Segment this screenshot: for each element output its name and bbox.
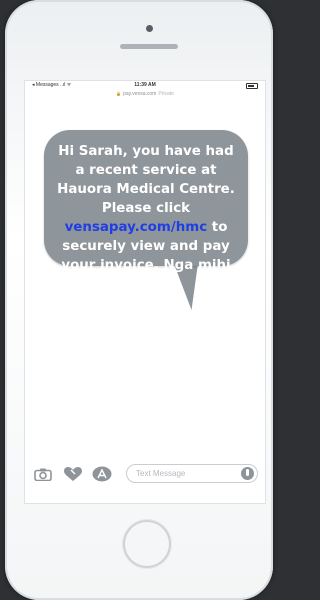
- heart-icon[interactable]: [63, 466, 83, 482]
- message-composer: Text Message: [24, 462, 266, 488]
- microphone-icon[interactable]: [241, 467, 254, 480]
- phone-frame: ◂ Messages ..ıl ᯤ 11:39 AM 🔒 pay.vensa.co…: [5, 0, 273, 600]
- url-mode: Private: [158, 91, 174, 97]
- status-time: 11:39 AM: [134, 82, 156, 88]
- lock-icon: 🔒: [116, 91, 122, 96]
- home-button[interactable]: [123, 520, 171, 568]
- camera-icon[interactable]: [34, 468, 52, 481]
- message-text: Hi Sarah, you have had a recent service …: [52, 142, 240, 275]
- phone-screen: ◂ Messages ..ıl ᯤ 11:39 AM 🔒 pay.vensa.co…: [24, 80, 266, 504]
- message-text-start: Hi Sarah, you have had a recent service …: [57, 144, 235, 216]
- message-input-placeholder: Text Message: [136, 469, 186, 478]
- message-bubble: Hi Sarah, you have had a recent service …: [44, 130, 248, 273]
- front-camera: [146, 25, 153, 32]
- url-domain: pay.vensa.com: [123, 91, 157, 97]
- message-link[interactable]: vensapay.com/hmc: [65, 220, 208, 235]
- earpiece-speaker: [120, 44, 178, 49]
- battery-icon: [246, 83, 258, 89]
- appstore-icon[interactable]: [92, 466, 112, 482]
- status-bar: ◂ Messages ..ıl ᯤ 11:39 AM: [24, 82, 266, 90]
- url-bar[interactable]: 🔒 pay.vensa.com Private: [24, 91, 266, 97]
- message-input[interactable]: Text Message: [126, 464, 258, 483]
